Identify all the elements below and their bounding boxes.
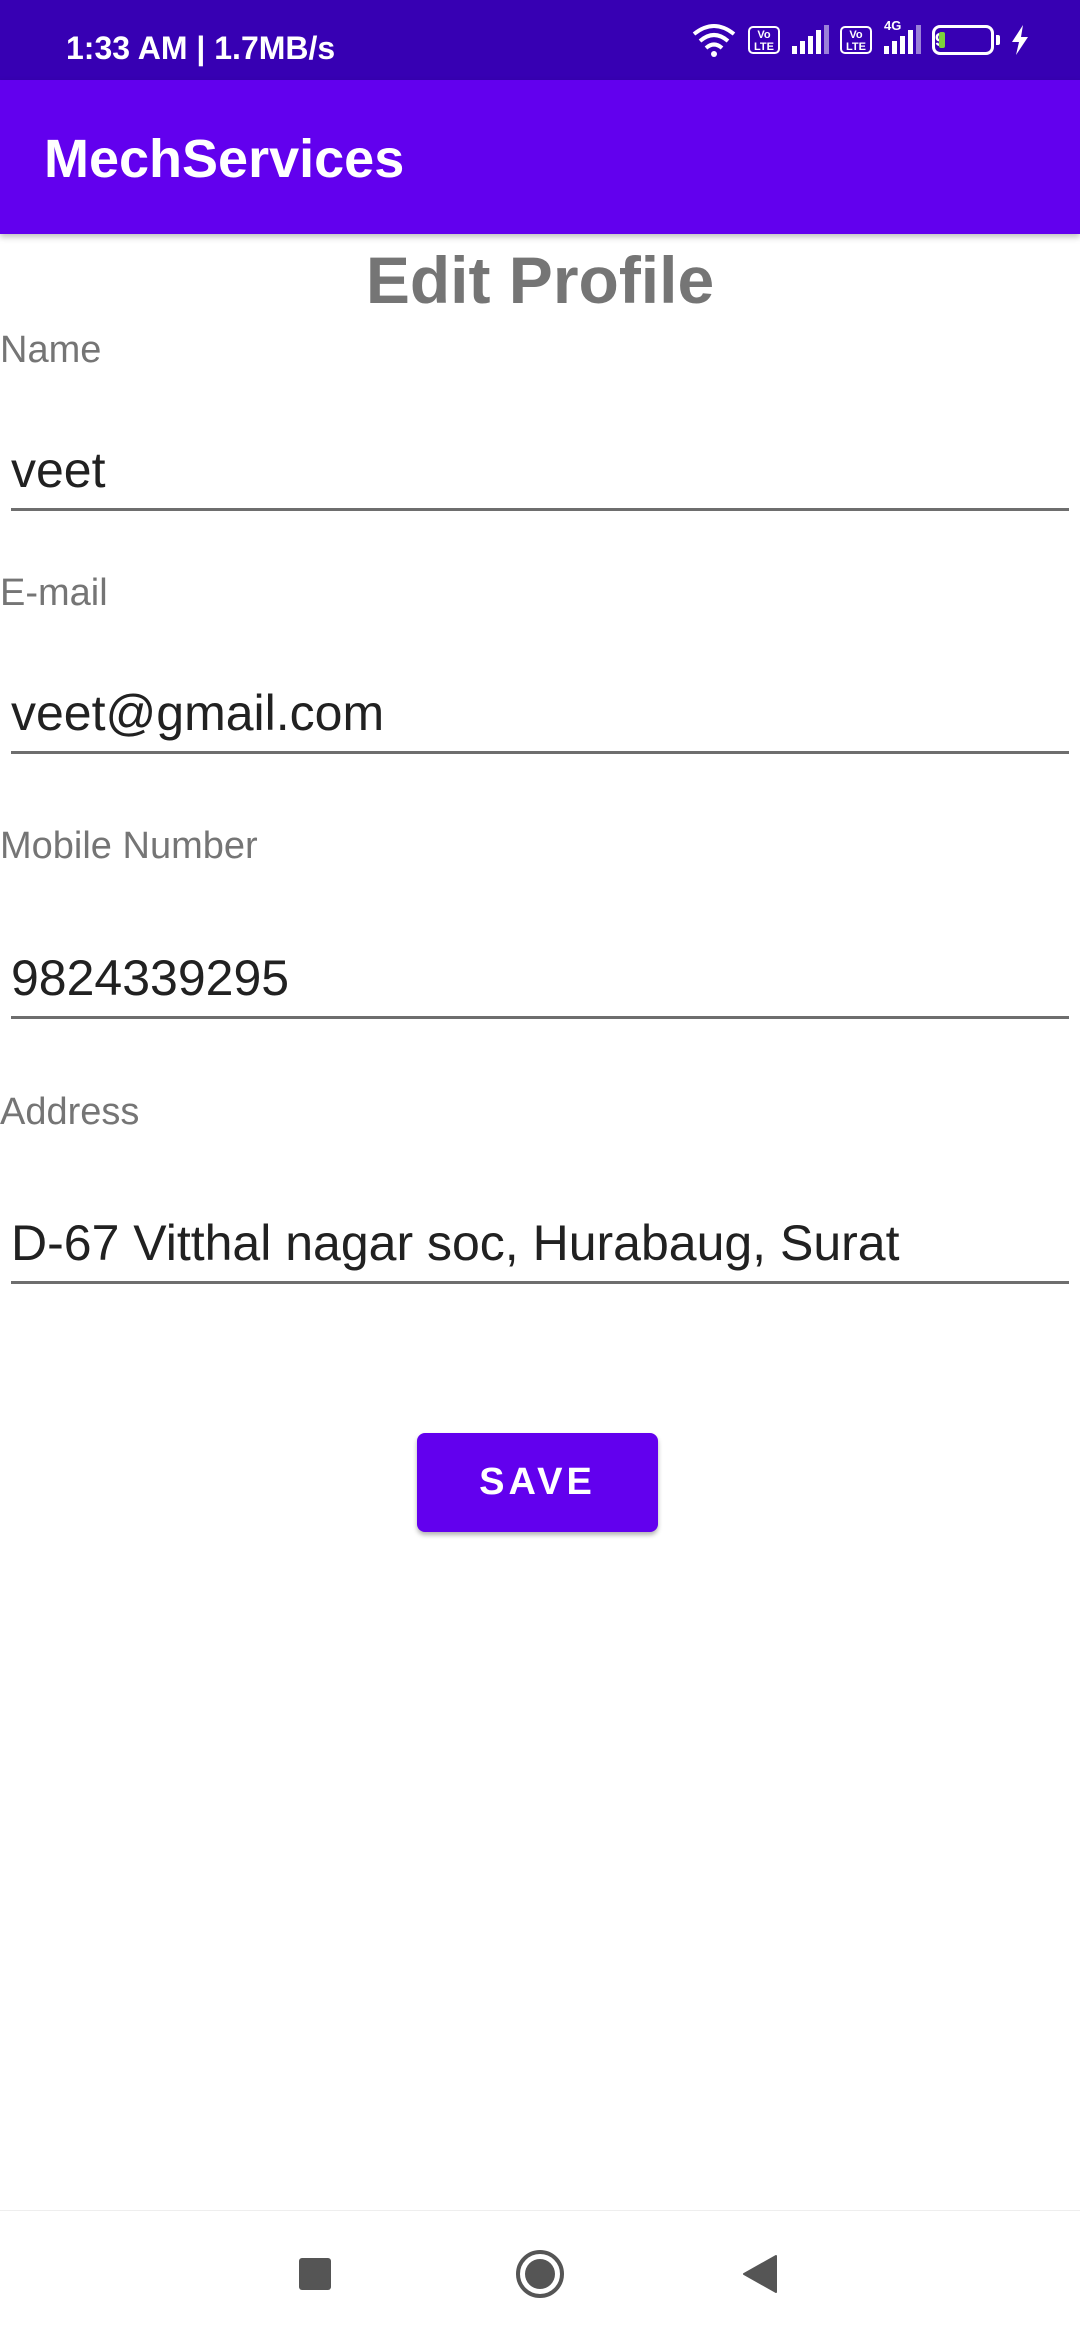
email-label: E-mail — [0, 572, 108, 614]
name-label: Name — [0, 329, 102, 371]
volte-badge-icon: Vo LTE — [748, 26, 780, 54]
status-time: 1:33 AM | 1.7MB/s — [66, 30, 336, 66]
name-field[interactable] — [11, 431, 1069, 511]
battery-icon: 9 — [932, 25, 1000, 55]
email-field[interactable] — [11, 674, 1069, 754]
save-button[interactable]: SAVE — [417, 1433, 658, 1532]
address-field[interactable] — [11, 1204, 1069, 1284]
mobile-number-field[interactable] — [11, 939, 1069, 1019]
square-recents-icon — [298, 2257, 332, 2296]
mobile-number-label: Mobile Number — [0, 825, 258, 867]
triangle-back-icon — [742, 2254, 778, 2299]
status-icons: Vo LTE Vo LTE 4G 9 — [680, 18, 1030, 60]
app-bar: MechServices — [0, 80, 1080, 234]
address-label: Address — [0, 1091, 140, 1133]
recents-button[interactable] — [280, 2241, 350, 2311]
page-title: Edit Profile — [365, 243, 715, 317]
circle-home-icon — [514, 2248, 566, 2305]
app-title: MechServices — [44, 129, 405, 189]
network-type-label: 4G — [884, 18, 902, 33]
back-button[interactable] — [725, 2241, 795, 2311]
charging-icon — [1010, 25, 1030, 55]
status-bar: 1:33 AM | 1.7MB/s Vo LTE Vo LTE 4G 9 — [0, 0, 1080, 80]
wifi-icon — [690, 22, 738, 58]
navigation-bar — [0, 2210, 1080, 2341]
signal-strength-icon — [790, 24, 830, 56]
home-button[interactable] — [505, 2241, 575, 2311]
signal-4g-icon: 4G — [882, 18, 922, 56]
volte-badge-icon: Vo LTE — [840, 26, 872, 54]
